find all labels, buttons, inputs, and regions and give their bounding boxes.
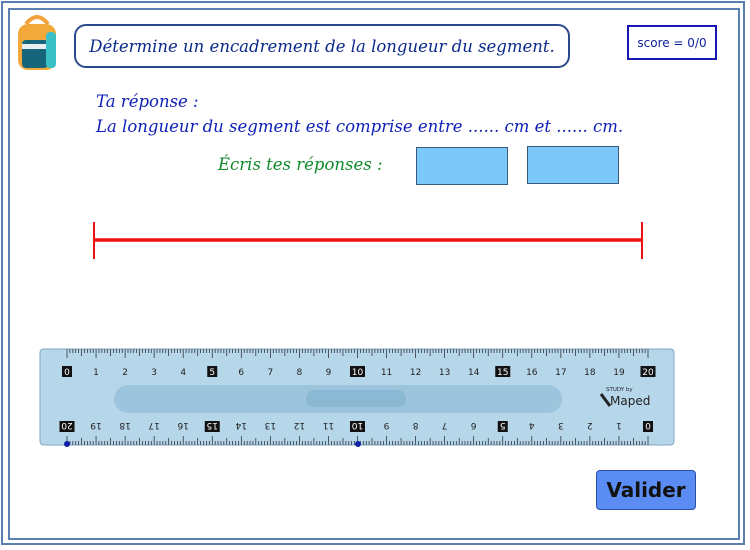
ruler-number-bottom-text: 13	[265, 420, 276, 430]
ruler-number-bottom: 14	[235, 420, 247, 430]
ruler-number-top: 15	[497, 368, 508, 378]
ruler-number-top: 5	[209, 368, 215, 378]
ruler-number-bottom-text: 14	[235, 420, 247, 430]
ruler-number-bottom: 13	[265, 420, 276, 430]
ruler-number-bottom-text: 9	[383, 420, 389, 430]
ruler-number-bottom: 8	[412, 420, 418, 430]
ruler-number-top: 7	[267, 368, 273, 378]
ruler-number-bottom: 9	[383, 420, 389, 430]
ruler-number-bottom: 16	[177, 420, 189, 430]
ruler-number-bottom-text: 19	[90, 420, 102, 430]
ruler-number-bottom: 15	[204, 420, 220, 432]
ruler-number-top: 8	[297, 368, 303, 378]
ruler-number-top: 14	[468, 368, 480, 378]
ruler-number-top: 11	[381, 368, 392, 378]
ruler-number-bottom-text: 0	[645, 420, 651, 430]
ruler-number-top: 12	[410, 368, 421, 378]
ruler-number-bottom-text: 15	[207, 420, 218, 430]
ruler-number-bottom: 10	[350, 420, 365, 432]
ruler-number-top: 18	[584, 368, 596, 378]
ruler-number-bottom-text: 3	[558, 420, 564, 430]
segment-start-marker	[64, 441, 70, 447]
ruler-number-bottom-text: 16	[177, 420, 189, 430]
ruler-number-bottom-text: 17	[148, 420, 159, 430]
ruler-number-bottom: 19	[90, 420, 102, 430]
ruler-number-bottom-text: 4	[529, 420, 535, 430]
ruler-number-bottom: 2	[587, 420, 593, 430]
ruler-number-bottom: 20	[59, 420, 75, 432]
ruler-number-bottom: 4	[529, 420, 535, 430]
ruler-number-top: 20	[642, 368, 654, 378]
ruler-number-top: 10	[352, 368, 364, 378]
ruler-number-bottom-text: 12	[294, 420, 305, 430]
ruler-grip	[306, 390, 406, 407]
ruler-number-bottom-text: 5	[500, 420, 506, 430]
ruler-number-bottom-text: 10	[352, 420, 364, 430]
ruler-number-bottom: 7	[442, 420, 448, 430]
ruler-number-top: 4	[180, 368, 186, 378]
ruler-number-top: 0	[64, 368, 70, 378]
ruler-number-bottom: 11	[323, 420, 334, 430]
ruler-number-top: 2	[122, 368, 128, 378]
ruler-number-bottom-text: 2	[587, 420, 593, 430]
ruler-number-bottom: 0	[643, 420, 653, 432]
ruler-bottom-numbers: 20 19 18 17 16 15 14 13 12 11 10 9 8 7 6 5 4 3 2 1 0	[59, 420, 653, 432]
brand-small: STUDY by	[606, 387, 633, 393]
ruler-number-bottom-text: 20	[61, 420, 73, 430]
ruler-number-bottom-text: 18	[119, 420, 131, 430]
ruler-number-bottom: 12	[294, 420, 305, 430]
ruler-number-top: 6	[238, 368, 244, 378]
segment-end-marker	[355, 441, 361, 447]
ruler-number-bottom-text: 8	[412, 420, 418, 430]
segment	[93, 222, 643, 259]
ruler-number-top: 1	[93, 368, 99, 378]
ruler-number-bottom: 17	[148, 420, 159, 430]
ruler[interactable]: 0 1 2 3 4 5 6 7 8 9 10 11 12 13 14 15 16 17 18 19 20 20 19 18 1…	[38, 348, 678, 458]
validate-button[interactable]: Valider	[596, 470, 696, 510]
ruler-number-bottom-text: 11	[323, 420, 334, 430]
ruler-number-bottom: 18	[119, 420, 131, 430]
ruler-number-top: 16	[526, 368, 538, 378]
ruler-number-top: 17	[555, 368, 566, 378]
ruler-number-top: 19	[613, 368, 625, 378]
ruler-number-bottom-text: 7	[442, 420, 448, 430]
ruler-number-bottom-text: 1	[616, 420, 622, 430]
ruler-number-bottom-text: 6	[471, 420, 477, 430]
ruler-top-numbers: 0 1 2 3 4 5 6 7 8 9 10 11 12 13 14 15 16 17 18 19 20	[62, 366, 656, 378]
ruler-number-bottom: 5	[497, 420, 508, 432]
brand-label: Maped	[610, 394, 650, 408]
ruler-number-top: 3	[151, 368, 157, 378]
ruler-number-bottom: 3	[558, 420, 564, 430]
ruler-number-bottom: 6	[471, 420, 477, 430]
ruler-number-bottom: 1	[616, 420, 622, 430]
ruler-number-top: 9	[326, 368, 332, 378]
ruler-number-top: 13	[439, 368, 450, 378]
